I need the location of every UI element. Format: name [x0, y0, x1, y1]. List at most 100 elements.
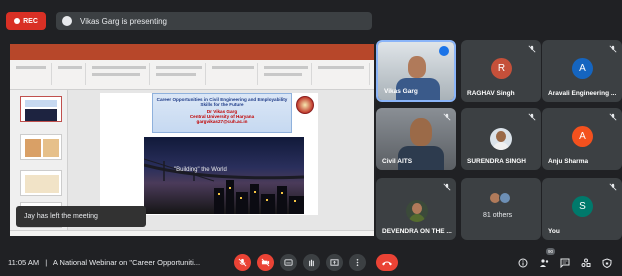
camera-toggle-button[interactable] — [257, 254, 274, 271]
participant-name: RAGHAV Singh — [467, 90, 515, 97]
meeting-title: A National Webinar on "Career Opportunit… — [52, 258, 201, 267]
present-button[interactable] — [326, 254, 343, 271]
raise-hand-button[interactable] — [303, 254, 320, 271]
slide-title: Career Opportunities in Civil Engineerin… — [156, 97, 288, 108]
slide-title-banner: Career Opportunities in Civil Engineerin… — [152, 93, 292, 133]
separator: | — [45, 258, 48, 267]
avatar — [490, 128, 512, 150]
ribbon-control — [212, 66, 254, 69]
recording-badge[interactable]: REC — [6, 12, 46, 30]
face — [410, 118, 432, 146]
bottom-toolbar: 11:05 AM | A National Webinar on "Career… — [0, 244, 622, 276]
slide-thumbnail[interactable] — [20, 134, 62, 160]
meeting-details-button[interactable] — [516, 256, 529, 269]
mic-off-icon — [528, 45, 536, 53]
ribbon-control — [264, 66, 308, 69]
recording-label: REC — [23, 17, 38, 25]
hand-icon — [309, 259, 314, 267]
others-count: 81 others — [483, 212, 513, 219]
window-light — [240, 197, 242, 199]
more-options-button[interactable] — [349, 254, 366, 271]
captions-button[interactable] — [280, 254, 297, 271]
building — [250, 184, 259, 214]
participants-count-badge: 90 — [546, 248, 555, 255]
mic-off-icon — [443, 113, 451, 121]
building — [236, 192, 248, 214]
avatar: S — [572, 196, 593, 217]
camera-off-icon — [261, 258, 270, 267]
participant-name: Civil AITS — [382, 158, 413, 165]
chat-icon — [560, 258, 569, 268]
mic-toggle-button[interactable] — [234, 254, 251, 271]
window-light — [281, 192, 283, 194]
slide-canvas: Career Opportunities in Civil Engineerin… — [100, 93, 318, 215]
host-controls-button[interactable] — [600, 256, 613, 269]
participant-tile-vikas[interactable]: Vikas Garg — [376, 40, 456, 102]
window-light — [254, 191, 256, 193]
building — [261, 194, 275, 214]
more-vert-icon — [356, 258, 359, 267]
face — [408, 56, 426, 78]
activities-button[interactable] — [579, 256, 592, 269]
window-light — [266, 199, 268, 201]
participant-name: DEVENDRA ON THE ... — [382, 228, 452, 235]
participant-tile-surendra[interactable]: SURENDRA SINGH — [461, 108, 541, 170]
building — [226, 180, 234, 214]
ppt-titlebar — [10, 44, 374, 53]
ppt-ribbon — [10, 60, 374, 90]
mic-off-icon — [238, 258, 247, 267]
participant-tile-civil[interactable]: Civil AITS — [376, 108, 456, 170]
slide-email: gargvikas27@cuh.ac.in — [196, 119, 248, 125]
top-bar: REC Vikas Garg is presenting — [0, 0, 622, 40]
slide-thumbnail[interactable] — [20, 96, 62, 122]
mic-off-icon — [443, 183, 451, 191]
ribbon-control — [16, 66, 46, 69]
participant-tile-raghav[interactable]: R RAGHAV Singh — [461, 40, 541, 102]
ribbon-control — [156, 73, 196, 76]
avatar — [499, 192, 511, 204]
participant-tile-devendra[interactable]: DEVENDRA ON THE ... — [376, 178, 456, 240]
window-light — [294, 200, 296, 202]
captions-icon — [284, 259, 293, 266]
ribbon-control — [264, 73, 302, 76]
ribbon-control — [318, 66, 364, 69]
slide-photo: "Building" the World — [144, 137, 304, 214]
others-tile[interactable]: 81 others — [461, 178, 541, 240]
chat-button[interactable] — [558, 256, 571, 269]
ribbon-control — [58, 66, 82, 69]
speaking-indicator-icon — [439, 46, 449, 56]
record-dot-icon — [14, 18, 21, 24]
activities-icon — [581, 258, 590, 267]
participant-tile-anju[interactable]: A Anju Sharma — [542, 108, 622, 170]
clock-time: 11:05 AM — [8, 258, 40, 267]
ppt-ribbon-tabs — [10, 53, 374, 60]
present-screen-icon — [330, 259, 339, 266]
ribbon-control — [92, 66, 146, 69]
mic-off-icon — [609, 183, 617, 191]
window-light — [229, 187, 231, 189]
hangup-icon — [382, 261, 392, 265]
ribbon-control — [156, 66, 202, 69]
photo-caption: "Building" the World — [174, 167, 227, 173]
slide-thumbnail[interactable] — [20, 170, 62, 196]
presenting-text: Vikas Garg is presenting — [80, 16, 168, 26]
people-icon — [540, 258, 549, 267]
participant-name: SURENDRA SINGH — [467, 158, 526, 165]
mic-off-icon — [528, 113, 536, 121]
building — [277, 186, 287, 214]
self-tile[interactable]: S You — [542, 178, 622, 240]
people-button[interactable] — [538, 256, 551, 269]
participant-name: Aravali Engineering ... — [548, 90, 617, 97]
ppt-statusbar — [10, 230, 374, 236]
leave-call-button[interactable] — [376, 254, 398, 271]
avatar: A — [572, 58, 593, 79]
window-light — [218, 193, 220, 195]
participant-name: Vikas Garg — [384, 88, 418, 95]
avatar: R — [491, 58, 512, 79]
avatar: A — [572, 126, 593, 147]
avatar — [406, 200, 428, 222]
ribbon-control — [92, 73, 140, 76]
participant-tile-aravali[interactable]: A Aravali Engineering ... — [542, 40, 622, 102]
university-logo — [296, 96, 314, 114]
building — [214, 188, 224, 214]
